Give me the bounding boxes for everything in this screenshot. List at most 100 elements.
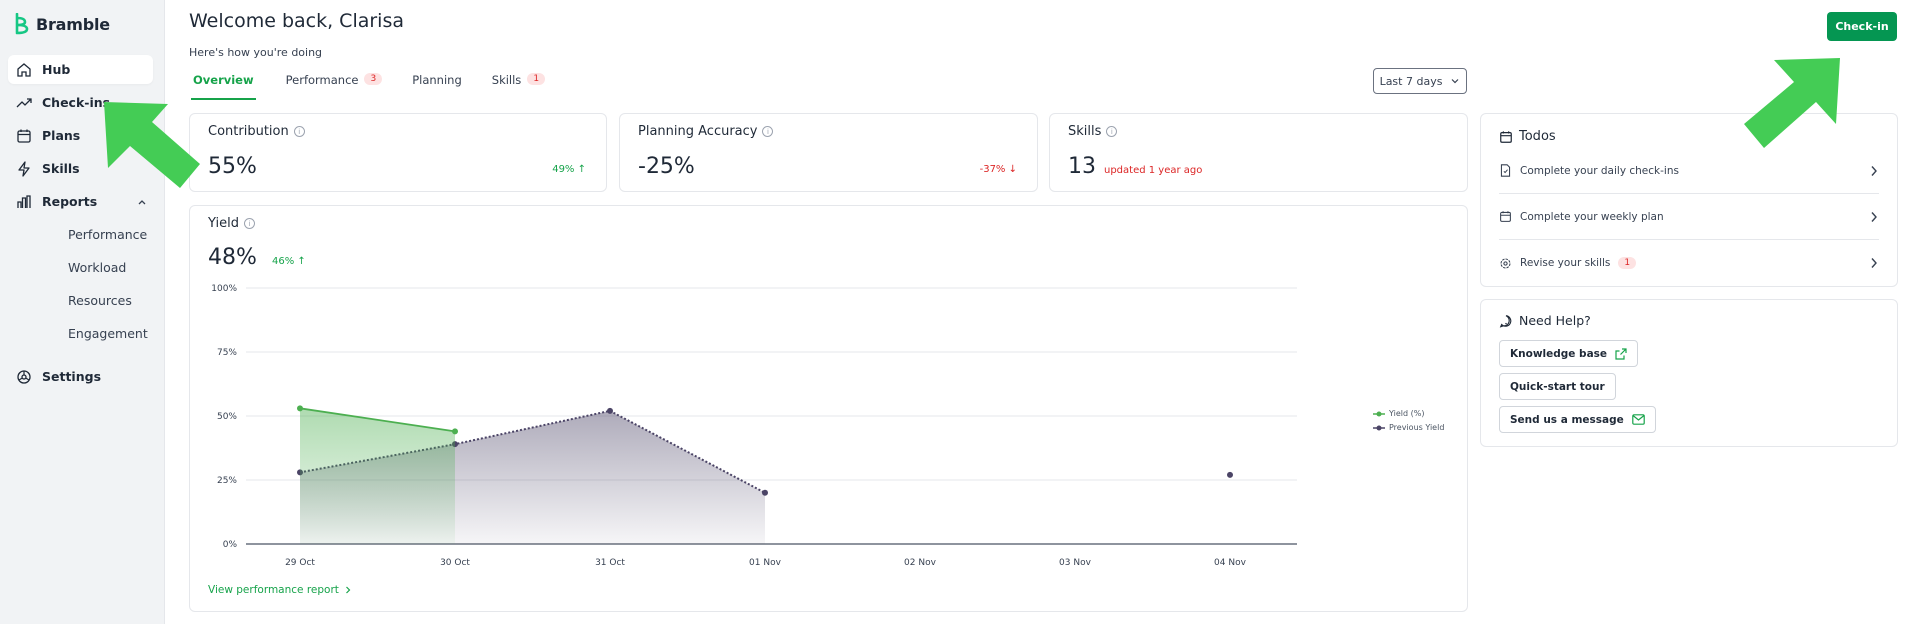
help-title-text: Need Help? [1519,313,1591,328]
chat-help-icon [1499,314,1512,328]
sidebar-item-label: Plans [42,128,81,143]
x-tick-label: 03 Nov [1059,558,1092,568]
tab-bar: Overview Performance 3 Planning Skills 1 [191,70,575,100]
tab-planning[interactable]: Planning [412,70,462,100]
planning-accuracy-value: -25% [638,154,695,179]
x-tick-label: 04 Nov [1214,558,1247,568]
link-label: View performance report [208,584,339,596]
button-label: Quick-start tour [1510,380,1605,393]
card-title-text: Planning Accuracy [638,124,758,139]
card-title-text: Yield [208,216,239,231]
legend-swatch [1373,425,1385,430]
trend-icon [16,97,32,107]
todo-weekly-plan[interactable]: Complete your weekly plan [1499,194,1879,240]
yield-chart: 0% 25% 50% 75% 100% 29 Oct 30 Oct 31 Oct 01 Nov 0… [211,284,1297,568]
sidebar-item-hub[interactable]: Hub [8,55,153,84]
todo-label: Revise your skills [1520,257,1611,269]
check-in-button[interactable]: Check-in [1827,12,1897,41]
info-icon[interactable]: i [293,126,305,137]
button-label: Send us a message [1510,413,1624,426]
contribution-value: 55% [208,154,257,179]
sidebar-subitem-resources[interactable]: Resources [0,286,153,315]
annotation-arrow-left [104,102,200,188]
card-title: Contribution i [208,124,305,139]
settings-icon [17,369,31,384]
data-point [1227,471,1233,478]
tab-label: Overview [193,73,254,87]
button-label: Knowledge base [1510,347,1608,360]
y-tick-label: 50% [217,412,237,422]
planning-accuracy-delta: -37% ↓ [979,164,1017,175]
brand[interactable]: Bramble [14,13,110,35]
skills-value: 13 [1068,154,1096,179]
page-subtitle: Here's how you're doing [189,46,323,59]
calendar-icon [17,129,31,143]
legend-item-yield: Yield (%) [1373,409,1424,418]
chevron-up-icon[interactable] [137,197,147,207]
view-performance-report-link[interactable]: View performance report [208,584,352,596]
x-tick-label: 29 Oct [285,558,315,568]
y-tick-label: 0% [223,540,238,550]
todo-daily-check-ins[interactable]: Complete your daily check-ins [1499,148,1879,194]
date-range-select[interactable]: Last 7 days [1373,68,1467,94]
home-icon [17,62,31,77]
todos-title: Todos [1499,129,1556,144]
sidebar-subitem-workload[interactable]: Workload [0,253,153,282]
send-message-button[interactable]: Send us a message [1499,406,1656,433]
skills-card: Skills i 13 updated 1 year ago [1049,113,1468,192]
info-icon[interactable]: i [243,218,255,229]
legend-label: Previous Yield [1389,423,1445,432]
document-icon [1500,164,1511,177]
sidebar-item-label: Settings [42,369,102,384]
tab-overview[interactable]: Overview [191,70,256,100]
info-icon[interactable]: i [1106,126,1118,137]
legend-label: Yield (%) [1389,409,1425,418]
y-tick-label: 25% [217,476,237,486]
reports-subnav: Performance Workload Resources Engagemen… [8,220,153,348]
card-title-text: Contribution [208,124,289,139]
chevron-right-icon [1871,258,1877,268]
todos-title-text: Todos [1519,129,1556,144]
sidebar-item-label: Reports [42,194,98,209]
card-title-text: Skills [1068,124,1102,139]
tab-label: Planning [412,73,462,87]
contribution-delta: 49% ↑ [552,164,586,175]
chevron-right-icon [1871,165,1877,176]
tab-label: Skills [491,73,522,87]
x-tick-label: 02 Nov [904,558,937,568]
skills-updated-note: updated 1 year ago [1104,165,1203,176]
bar-chart-icon [17,194,31,208]
bolt-icon [18,160,30,177]
data-point [452,428,458,435]
yield-delta: 46% ↑ [272,256,306,267]
data-point [762,489,768,496]
count-badge: 1 [1618,257,1637,269]
chevron-right-icon [1871,211,1877,222]
tab-performance[interactable]: Performance 3 [286,70,383,100]
todo-revise-skills[interactable]: Revise your skills 1 [1499,240,1879,286]
calendar-icon [1500,211,1511,222]
yield-card: Yield i 48% 46% ↑ 0% 25% 50% 75% 100% 29 Oct 3… [189,205,1468,612]
data-point [297,405,303,412]
sidebar-subitem-performance[interactable]: Performance [0,220,153,249]
count-badge: 1 [527,73,546,85]
sidebar-item-settings[interactable]: Settings [8,362,153,391]
quick-start-tour-button[interactable]: Quick-start tour [1499,373,1616,400]
card-title: Skills i [1068,124,1118,139]
gear-icon [1500,258,1511,268]
tab-label: Performance [285,73,359,87]
chevron-right-icon [345,586,351,594]
help-card: Need Help? Knowledge base Quick-start to… [1480,299,1898,447]
mail-icon [1631,414,1645,425]
todo-label: Complete your daily check-ins [1520,164,1679,177]
sidebar-subitem-engagement[interactable]: Engagement [0,319,153,348]
knowledge-base-button[interactable]: Knowledge base [1499,340,1639,367]
tab-skills[interactable]: Skills 1 [491,70,546,100]
data-point [607,407,613,414]
info-icon[interactable]: i [762,126,774,137]
x-tick-label: 31 Oct [595,558,625,568]
sidebar: Bramble Hub Check-ins Plans Skills Repor… [0,0,165,624]
help-title: Need Help? [1499,313,1591,328]
legend-swatch [1373,411,1385,416]
planning-accuracy-card: Planning Accuracy i -25% -37% ↓ [619,113,1038,192]
